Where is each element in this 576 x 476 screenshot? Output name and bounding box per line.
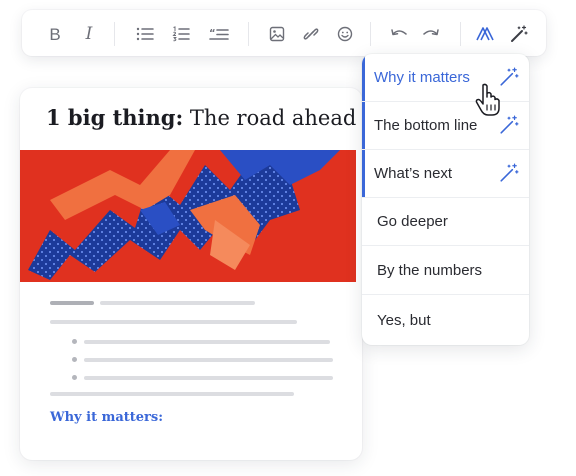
- bullet-list-button[interactable]: [132, 21, 158, 47]
- menu-item-whats-next[interactable]: What’s next: [362, 150, 529, 198]
- article-card: 1 big thing: The road ahead Why it matte…: [20, 88, 362, 460]
- toolbar-divider: [370, 22, 371, 46]
- section-label: Why it matters:: [50, 410, 164, 425]
- svg-text:“: “: [209, 28, 216, 39]
- bullet-list-icon: [136, 27, 154, 41]
- toolbar-divider: [460, 22, 461, 46]
- menu-item-label: Why it matters: [374, 69, 470, 86]
- menu-item-label: Go deeper: [377, 213, 448, 230]
- bold-button[interactable]: B: [42, 21, 68, 47]
- placeholder-line: [50, 392, 294, 396]
- title-text: The road ahead: [183, 106, 357, 130]
- highlight-indicator: [362, 150, 365, 197]
- placeholder-line: [50, 301, 94, 305]
- active-indicator: [362, 54, 365, 101]
- numbered-list-button[interactable]: [168, 21, 194, 47]
- quote-button[interactable]: “: [206, 21, 232, 47]
- magic-wand-icon: [500, 115, 519, 134]
- title-bold-prefix: 1 big thing:: [46, 105, 184, 130]
- menu-item-label: By the numbers: [377, 262, 483, 279]
- placeholder-line: [84, 340, 330, 344]
- bullet-dot: [72, 375, 77, 380]
- insert-emoji-button[interactable]: [332, 21, 358, 47]
- italic-button[interactable]: I: [76, 21, 102, 47]
- redo-icon: [423, 29, 439, 36]
- brand-ai-button[interactable]: [472, 21, 498, 47]
- editor-toolbar: B I “: [22, 10, 546, 56]
- hand-pointer-icon: [475, 83, 500, 116]
- brand-logo-icon: [476, 27, 494, 41]
- menu-item-label: Yes, but: [377, 311, 431, 329]
- menu-item-label: The bottom line: [374, 117, 478, 134]
- numbered-list-icon: [172, 26, 190, 42]
- insert-link-button[interactable]: [298, 21, 324, 47]
- bullet-dot: [72, 339, 77, 344]
- hero-image: [20, 150, 356, 282]
- bullet-dot: [72, 357, 77, 362]
- insert-image-button[interactable]: [264, 21, 290, 47]
- magic-wand-icon: [500, 163, 519, 182]
- undo-button[interactable]: [386, 21, 412, 47]
- toolbar-divider: [248, 22, 249, 46]
- image-icon: [269, 26, 285, 42]
- menu-item-by-the-numbers[interactable]: By the numbers: [362, 247, 529, 295]
- emoji-icon: [337, 26, 353, 42]
- placeholder-line: [84, 376, 333, 380]
- highlight-indicator: [362, 102, 365, 149]
- quote-icon: “: [209, 28, 229, 40]
- placeholder-line: [84, 358, 333, 362]
- magic-wand-icon: [511, 25, 528, 42]
- toolbar-divider: [114, 22, 115, 46]
- redo-button[interactable]: [418, 21, 444, 47]
- menu-item-label: What’s next: [374, 165, 453, 182]
- undo-icon: [391, 29, 407, 36]
- article-title: 1 big thing: The road ahead: [46, 105, 356, 130]
- placeholder-line: [50, 320, 297, 324]
- menu-item-yes-but[interactable]: Yes, but: [362, 296, 529, 344]
- link-icon: [303, 28, 319, 40]
- placeholder-line: [100, 301, 255, 305]
- bold-label: B: [49, 24, 61, 44]
- magic-wand-button[interactable]: [506, 21, 532, 47]
- menu-item-go-deeper[interactable]: Go deeper: [362, 198, 529, 246]
- italic-label: I: [85, 23, 93, 44]
